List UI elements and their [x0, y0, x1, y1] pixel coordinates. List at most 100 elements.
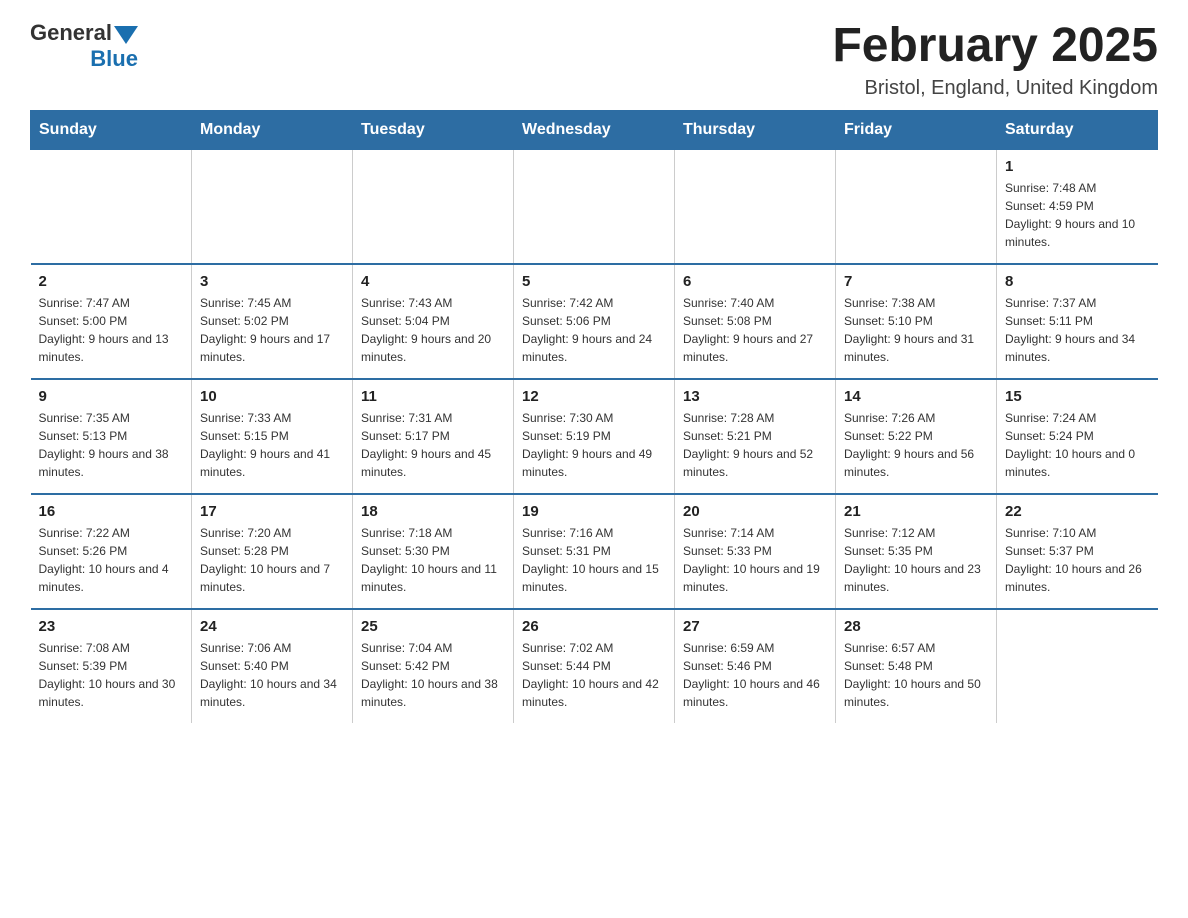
- day-number: 4: [361, 273, 505, 290]
- day-info: Sunrise: 7:26 AM Sunset: 5:22 PM Dayligh…: [844, 409, 988, 481]
- day-number: 12: [522, 388, 666, 405]
- day-info: Sunrise: 7:12 AM Sunset: 5:35 PM Dayligh…: [844, 524, 988, 596]
- day-info: Sunrise: 7:14 AM Sunset: 5:33 PM Dayligh…: [683, 524, 827, 596]
- calendar-cell: 11Sunrise: 7:31 AM Sunset: 5:17 PM Dayli…: [353, 379, 514, 494]
- calendar-cell: 8 Sunrise: 7:37 AM Sunset: 5:11 PM Daylig…: [997, 264, 1158, 379]
- week-row-4: 16 Sunrise: 7:22 AM Sunset: 5:26 PM Dayli…: [31, 494, 1158, 609]
- calendar-cell: [353, 149, 514, 264]
- calendar-cell: 2Sunrise: 7:47 AM Sunset: 5:00 PM Daylig…: [31, 264, 192, 379]
- day-info: Sunrise: 7:45 AM Sunset: 5:02 PM Dayligh…: [200, 294, 344, 366]
- day-number: 6: [683, 273, 827, 290]
- calendar-cell: 10 Sunrise: 7:33 AM Sunset: 5:15 PM Dayli…: [192, 379, 353, 494]
- week-row-5: 23 Sunrise: 7:08 AM Sunset: 5:39 PM Dayli…: [31, 609, 1158, 723]
- logo-general-text: General: [30, 20, 112, 46]
- calendar-cell: 5 Sunrise: 7:42 AM Sunset: 5:06 PM Daylig…: [514, 264, 675, 379]
- day-number: 28: [844, 618, 988, 635]
- day-info: Sunrise: 7:02 AM Sunset: 5:44 PM Dayligh…: [522, 639, 666, 711]
- day-info: Sunrise: 6:59 AM Sunset: 5:46 PM Dayligh…: [683, 639, 827, 711]
- calendar-table: SundayMondayTuesdayWednesdayThursdayFrid…: [30, 110, 1158, 723]
- day-number: 18: [361, 503, 505, 520]
- calendar-cell: 13 Sunrise: 7:28 AM Sunset: 5:21 PM Dayli…: [675, 379, 836, 494]
- day-info: Sunrise: 7:42 AM Sunset: 5:06 PM Dayligh…: [522, 294, 666, 366]
- day-number: 5: [522, 273, 666, 290]
- day-number: 14: [844, 388, 988, 405]
- logo-triangle-icon: [114, 26, 138, 44]
- day-number: 8: [1005, 273, 1150, 290]
- day-info: Sunrise: 7:33 AM Sunset: 5:15 PM Dayligh…: [200, 409, 344, 481]
- day-number: 21: [844, 503, 988, 520]
- calendar-cell: [836, 149, 997, 264]
- calendar-cell: [192, 149, 353, 264]
- day-info: Sunrise: 7:16 AM Sunset: 5:31 PM Dayligh…: [522, 524, 666, 596]
- day-number: 24: [200, 618, 344, 635]
- weekday-header-monday: Monday: [192, 110, 353, 149]
- day-number: 22: [1005, 503, 1150, 520]
- calendar-cell: 28 Sunrise: 6:57 AM Sunset: 5:48 PM Dayli…: [836, 609, 997, 723]
- week-row-3: 9Sunrise: 7:35 AM Sunset: 5:13 PM Daylig…: [31, 379, 1158, 494]
- day-number: 26: [522, 618, 666, 635]
- day-number: 10: [200, 388, 344, 405]
- day-info: Sunrise: 7:40 AM Sunset: 5:08 PM Dayligh…: [683, 294, 827, 366]
- day-info: Sunrise: 7:10 AM Sunset: 5:37 PM Dayligh…: [1005, 524, 1150, 596]
- calendar-cell: 7 Sunrise: 7:38 AM Sunset: 5:10 PM Daylig…: [836, 264, 997, 379]
- calendar-cell: 6 Sunrise: 7:40 AM Sunset: 5:08 PM Daylig…: [675, 264, 836, 379]
- day-info: Sunrise: 7:08 AM Sunset: 5:39 PM Dayligh…: [39, 639, 184, 711]
- calendar-cell: [997, 609, 1158, 723]
- calendar-cell: 24 Sunrise: 7:06 AM Sunset: 5:40 PM Dayli…: [192, 609, 353, 723]
- day-info: Sunrise: 7:04 AM Sunset: 5:42 PM Dayligh…: [361, 639, 505, 711]
- weekday-header-row: SundayMondayTuesdayWednesdayThursdayFrid…: [31, 110, 1158, 149]
- weekday-header-thursday: Thursday: [675, 110, 836, 149]
- day-info: Sunrise: 7:38 AM Sunset: 5:10 PM Dayligh…: [844, 294, 988, 366]
- logo: General Blue: [30, 20, 138, 72]
- day-number: 13: [683, 388, 827, 405]
- calendar-cell: 18 Sunrise: 7:18 AM Sunset: 5:30 PM Dayli…: [353, 494, 514, 609]
- weekday-header-sunday: Sunday: [31, 110, 192, 149]
- day-info: Sunrise: 6:57 AM Sunset: 5:48 PM Dayligh…: [844, 639, 988, 711]
- day-number: 17: [200, 503, 344, 520]
- calendar-cell: 26 Sunrise: 7:02 AM Sunset: 5:44 PM Dayli…: [514, 609, 675, 723]
- day-info: Sunrise: 7:06 AM Sunset: 5:40 PM Dayligh…: [200, 639, 344, 711]
- day-number: 19: [522, 503, 666, 520]
- calendar-cell: 1 Sunrise: 7:48 AM Sunset: 4:59 PM Daylig…: [997, 149, 1158, 264]
- day-info: Sunrise: 7:30 AM Sunset: 5:19 PM Dayligh…: [522, 409, 666, 481]
- day-info: Sunrise: 7:24 AM Sunset: 5:24 PM Dayligh…: [1005, 409, 1150, 481]
- calendar-cell: 9Sunrise: 7:35 AM Sunset: 5:13 PM Daylig…: [31, 379, 192, 494]
- calendar-cell: [31, 149, 192, 264]
- calendar-cell: 4 Sunrise: 7:43 AM Sunset: 5:04 PM Daylig…: [353, 264, 514, 379]
- logo-blue-text: Blue: [90, 46, 138, 72]
- calendar-cell: 27 Sunrise: 6:59 AM Sunset: 5:46 PM Dayli…: [675, 609, 836, 723]
- day-info: Sunrise: 7:47 AM Sunset: 5:00 PM Dayligh…: [39, 294, 184, 366]
- month-title: February 2025: [832, 20, 1158, 73]
- location-text: Bristol, England, United Kingdom: [832, 77, 1158, 100]
- day-number: 20: [683, 503, 827, 520]
- calendar-cell: 21 Sunrise: 7:12 AM Sunset: 5:35 PM Dayli…: [836, 494, 997, 609]
- day-info: Sunrise: 7:31 AM Sunset: 5:17 PM Dayligh…: [361, 409, 505, 481]
- weekday-header-wednesday: Wednesday: [514, 110, 675, 149]
- calendar-cell: 12 Sunrise: 7:30 AM Sunset: 5:19 PM Dayli…: [514, 379, 675, 494]
- calendar-cell: [514, 149, 675, 264]
- day-info: Sunrise: 7:18 AM Sunset: 5:30 PM Dayligh…: [361, 524, 505, 596]
- title-area: February 2025 Bristol, England, United K…: [832, 20, 1158, 100]
- calendar-cell: 19 Sunrise: 7:16 AM Sunset: 5:31 PM Dayli…: [514, 494, 675, 609]
- day-number: 7: [844, 273, 988, 290]
- day-info: Sunrise: 7:35 AM Sunset: 5:13 PM Dayligh…: [39, 409, 184, 481]
- day-info: Sunrise: 7:37 AM Sunset: 5:11 PM Dayligh…: [1005, 294, 1150, 366]
- day-number: 25: [361, 618, 505, 635]
- day-number: 23: [39, 618, 184, 635]
- calendar-cell: 20 Sunrise: 7:14 AM Sunset: 5:33 PM Dayli…: [675, 494, 836, 609]
- page-header: General Blue February 2025 Bristol, Engl…: [30, 20, 1158, 100]
- day-info: Sunrise: 7:48 AM Sunset: 4:59 PM Dayligh…: [1005, 179, 1150, 251]
- day-info: Sunrise: 7:22 AM Sunset: 5:26 PM Dayligh…: [39, 524, 184, 596]
- weekday-header-saturday: Saturday: [997, 110, 1158, 149]
- day-number: 27: [683, 618, 827, 635]
- week-row-2: 2Sunrise: 7:47 AM Sunset: 5:00 PM Daylig…: [31, 264, 1158, 379]
- day-number: 1: [1005, 158, 1150, 175]
- day-info: Sunrise: 7:28 AM Sunset: 5:21 PM Dayligh…: [683, 409, 827, 481]
- calendar-cell: 22 Sunrise: 7:10 AM Sunset: 5:37 PM Dayli…: [997, 494, 1158, 609]
- calendar-cell: 25 Sunrise: 7:04 AM Sunset: 5:42 PM Dayli…: [353, 609, 514, 723]
- week-row-1: 1 Sunrise: 7:48 AM Sunset: 4:59 PM Daylig…: [31, 149, 1158, 264]
- calendar-cell: 17Sunrise: 7:20 AM Sunset: 5:28 PM Dayli…: [192, 494, 353, 609]
- day-number: 16: [39, 503, 184, 520]
- day-info: Sunrise: 7:43 AM Sunset: 5:04 PM Dayligh…: [361, 294, 505, 366]
- day-number: 15: [1005, 388, 1150, 405]
